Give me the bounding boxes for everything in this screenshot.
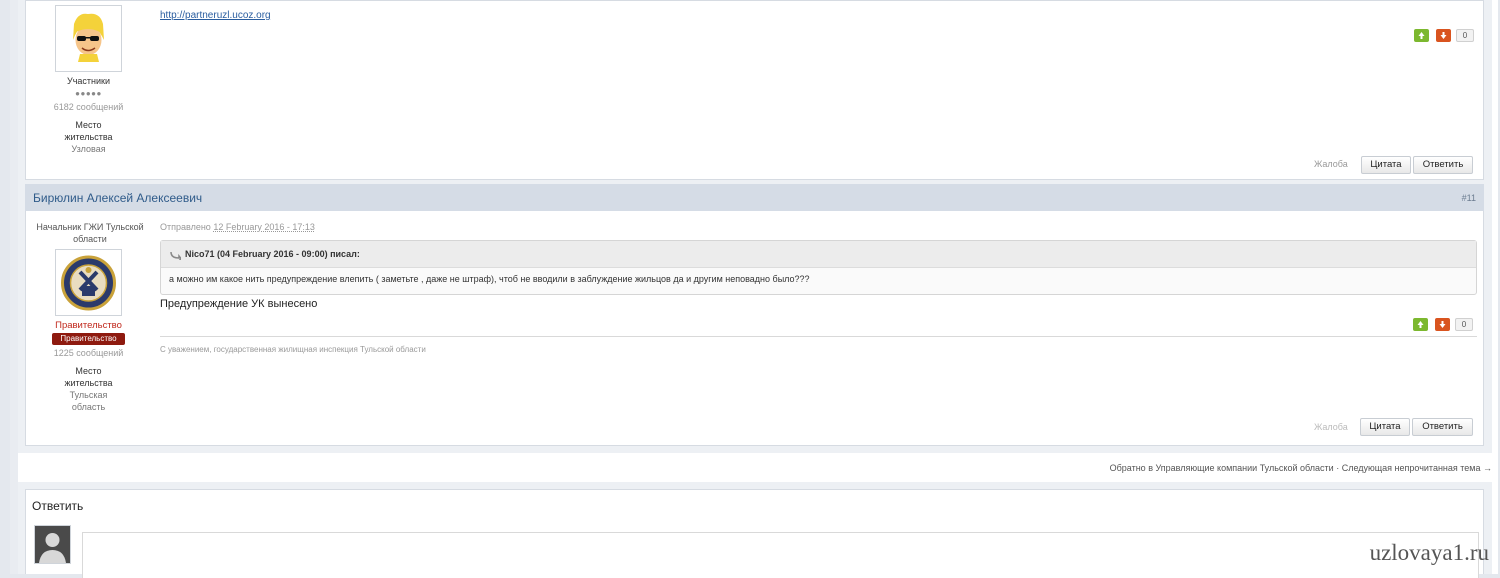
post2-quote-block: Nico71 (04 February 2016 - 09:00) писал:… [160, 240, 1477, 295]
post2-posts-count: 1225 сообщений [53, 348, 124, 358]
quote-arrow-icon [170, 251, 181, 260]
post2-quote-text: а можно им какое нить предупреждение вле… [169, 274, 810, 284]
post2-signature-divider [160, 336, 1477, 337]
post2-quote-header: Nico71 (04 February 2016 - 09:00) писал: [161, 241, 1476, 268]
arrow-up-icon [1417, 321, 1424, 328]
post2-posted-date[interactable]: 12 February 2016 - 17:13 [213, 222, 315, 232]
post2-author-name[interactable]: Бирюлин Алексей Алексеевич [33, 191, 202, 205]
next-unread-topic-link[interactable]: Следующая непрочитанная тема → [1342, 463, 1492, 473]
post1-author-info: Участники ●●●●● 6182 сообщений Место жит… [26, 75, 151, 155]
post1-posts-count: 6182 сообщений [53, 102, 124, 112]
post2-quote-button[interactable]: Цитата [1360, 418, 1410, 436]
post1-location-label: Место жительства [64, 120, 113, 142]
post2-reply-button[interactable]: Ответить [1412, 418, 1473, 436]
post1-avatar[interactable] [55, 5, 122, 72]
reply-box-title: Ответить [32, 499, 84, 513]
post1-rep-count: 0 [1456, 29, 1474, 42]
topic-navigation: Обратно в Управляющие компании Тульской … [1110, 463, 1492, 473]
post2-vote-up-button[interactable] [1413, 318, 1428, 331]
reply-box: Ответить [25, 489, 1484, 578]
post2-title: Начальник ГЖИ Тульской области [36, 222, 144, 244]
cartoon-avatar-icon [73, 13, 104, 62]
post1-report-link[interactable]: Жалоба [1314, 159, 1348, 169]
post2-report-link[interactable]: Жалоба [1314, 422, 1348, 432]
emblem-avatar-icon [61, 255, 116, 311]
post2-post-number[interactable]: #11 [1462, 193, 1476, 203]
post1-reply-button[interactable]: Ответить [1413, 156, 1473, 174]
post1: Участники ●●●●● 6182 сообщений Место жит… [25, 0, 1484, 180]
reply-user-avatar [34, 525, 71, 564]
post1-quote-button[interactable]: Цитата [1361, 156, 1411, 174]
post2-group: Правительство [55, 320, 122, 331]
post1-vote-down-button[interactable] [1436, 29, 1451, 42]
back-to-forum-link[interactable]: Обратно в Управляющие компании Тульской … [1110, 463, 1334, 473]
site-watermark: uzlovaya1.ru [1369, 540, 1489, 565]
post1-website-link[interactable]: http://partneruzl.ucoz.org [160, 10, 271, 21]
post1-vote-up-button[interactable] [1414, 29, 1429, 42]
arrow-down-icon [1440, 32, 1447, 39]
post2-author-info: Правительство Правительство 1225 сообщен… [26, 320, 151, 413]
post2-location-value: Тульская область [69, 390, 108, 412]
post2-location: Место жительства Тульская область [26, 365, 151, 413]
post2-header-bar: Бирюлин Алексей Алексеевич #11 [25, 184, 1484, 211]
post2-signature: С уважением, государственная жилищная ин… [160, 345, 426, 354]
post1-group: Участники [67, 76, 110, 86]
post1-location: Место жительства Узловая [26, 119, 151, 155]
arrow-up-icon [1418, 32, 1425, 39]
post2-location-label: Место жительства [64, 366, 113, 388]
reply-text-editor[interactable] [82, 532, 1479, 578]
post2-rep-count: 0 [1455, 318, 1473, 331]
arrow-down-icon [1439, 321, 1446, 328]
post2-quote-author: Nico71 (04 February 2016 - 09:00) писал: [185, 249, 360, 259]
post2-vote-down-button[interactable] [1435, 318, 1450, 331]
post2-avatar[interactable] [55, 249, 122, 316]
post2-posted-meta: Отправлено 12 February 2016 - 17:13 [160, 222, 315, 232]
post1-rank-pips: ●●●●● [75, 89, 102, 98]
post2-group-badge: Правительство [52, 333, 125, 345]
nav-separator: · [1336, 463, 1340, 473]
post1-location-value: Узловая [71, 144, 106, 154]
default-user-icon [35, 526, 70, 563]
post2-post-text: Предупреждение УК вынесено [160, 298, 318, 310]
post2-posted-label: Отправлено [160, 222, 211, 232]
